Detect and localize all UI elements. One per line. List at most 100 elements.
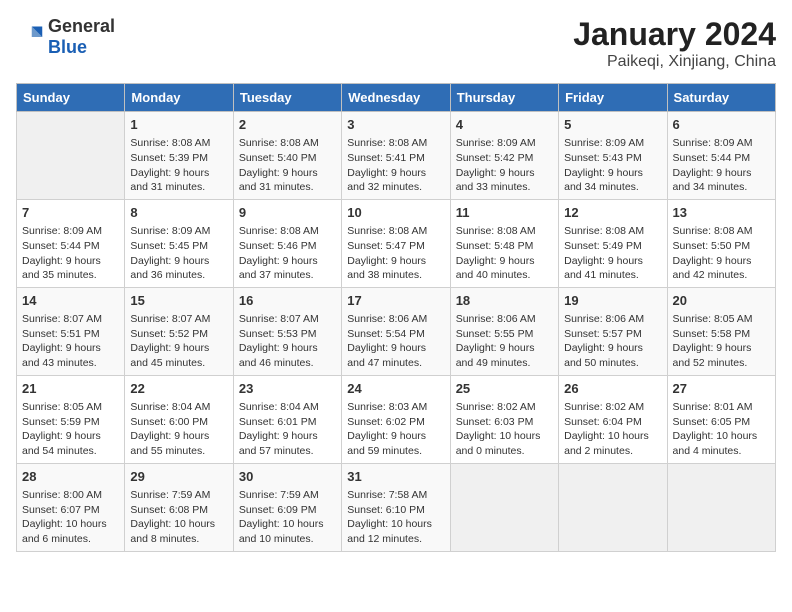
header-thursday: Thursday xyxy=(450,84,558,112)
calendar-cell: 21Sunrise: 8:05 AMSunset: 5:59 PMDayligh… xyxy=(17,375,125,463)
day-number: 19 xyxy=(564,292,661,310)
calendar-week-3: 14 Sunrise: 8:07 AMSunset: 5:51 PMDayligh… xyxy=(17,287,776,375)
header-saturday: Saturday xyxy=(667,84,775,112)
day-info: Sunrise: 8:07 AMSunset: 5:51 PMDaylight:… xyxy=(22,312,119,371)
day-info: Sunrise: 8:08 AMSunset: 5:48 PMDaylight:… xyxy=(456,224,553,283)
day-number: 10 xyxy=(347,204,444,222)
day-info: Sunrise: 8:06 AMSunset: 5:55 PMDaylight:… xyxy=(456,312,553,371)
calendar-cell xyxy=(667,463,775,551)
header-friday: Friday xyxy=(559,84,667,112)
logo-general: General xyxy=(48,16,115,36)
day-info: Sunrise: 7:59 AMSunset: 6:08 PMDaylight:… xyxy=(130,488,227,547)
day-info: Sunrise: 8:05 AMSunset: 5:59 PMDaylight:… xyxy=(22,400,119,459)
day-info: Sunrise: 8:08 AMSunset: 5:46 PMDaylight:… xyxy=(239,224,336,283)
day-info: Sunrise: 8:09 AMSunset: 5:42 PMDaylight:… xyxy=(456,136,553,195)
calendar-cell: 10 Sunrise: 8:08 AMSunset: 5:47 PMDayligh… xyxy=(342,199,450,287)
day-info: Sunrise: 8:08 AMSunset: 5:49 PMDaylight:… xyxy=(564,224,661,283)
day-info: Sunrise: 8:07 AMSunset: 5:52 PMDaylight:… xyxy=(130,312,227,371)
header-monday: Monday xyxy=(125,84,233,112)
day-number: 11 xyxy=(456,204,553,222)
calendar-cell: 9 Sunrise: 8:08 AMSunset: 5:46 PMDaylight… xyxy=(233,199,341,287)
day-info: Sunrise: 7:59 AMSunset: 6:09 PMDaylight:… xyxy=(239,488,336,547)
page-header: General Blue January 2024 Paikeqi, Xinji… xyxy=(16,16,776,71)
day-info: Sunrise: 8:06 AMSunset: 5:57 PMDaylight:… xyxy=(564,312,661,371)
day-info: Sunrise: 8:09 AMSunset: 5:44 PMDaylight:… xyxy=(673,136,770,195)
logo-text: General Blue xyxy=(48,16,115,58)
day-number: 9 xyxy=(239,204,336,222)
calendar-cell: 23Sunrise: 8:04 AMSunset: 6:01 PMDayligh… xyxy=(233,375,341,463)
day-number: 4 xyxy=(456,116,553,134)
calendar-cell: 3 Sunrise: 8:08 AMSunset: 5:41 PMDaylight… xyxy=(342,112,450,200)
day-info: Sunrise: 8:01 AMSunset: 6:05 PMDaylight:… xyxy=(673,400,770,459)
day-number: 2 xyxy=(239,116,336,134)
calendar-cell: 19 Sunrise: 8:06 AMSunset: 5:57 PMDayligh… xyxy=(559,287,667,375)
day-info: Sunrise: 8:08 AMSunset: 5:47 PMDaylight:… xyxy=(347,224,444,283)
day-info: Sunrise: 8:02 AMSunset: 6:04 PMDaylight:… xyxy=(564,400,661,459)
day-info: Sunrise: 8:05 AMSunset: 5:58 PMDaylight:… xyxy=(673,312,770,371)
day-info: Sunrise: 8:08 AMSunset: 5:50 PMDaylight:… xyxy=(673,224,770,283)
calendar-cell: 20 Sunrise: 8:05 AMSunset: 5:58 PMDayligh… xyxy=(667,287,775,375)
day-number: 20 xyxy=(673,292,770,310)
calendar-cell: 14 Sunrise: 8:07 AMSunset: 5:51 PMDayligh… xyxy=(17,287,125,375)
calendar-cell: 7Sunrise: 8:09 AMSunset: 5:44 PMDaylight… xyxy=(17,199,125,287)
day-number: 26 xyxy=(564,380,661,398)
day-number: 27 xyxy=(673,380,770,398)
day-info: Sunrise: 8:08 AMSunset: 5:40 PMDaylight:… xyxy=(239,136,336,195)
logo: General Blue xyxy=(16,16,115,58)
calendar-cell: 27 Sunrise: 8:01 AMSunset: 6:05 PMDayligh… xyxy=(667,375,775,463)
day-number: 1 xyxy=(130,116,227,134)
calendar-cell: 24 Sunrise: 8:03 AMSunset: 6:02 PMDayligh… xyxy=(342,375,450,463)
calendar-cell: 17 Sunrise: 8:06 AMSunset: 5:54 PMDayligh… xyxy=(342,287,450,375)
calendar-cell: 4 Sunrise: 8:09 AMSunset: 5:42 PMDaylight… xyxy=(450,112,558,200)
day-info: Sunrise: 8:08 AMSunset: 5:39 PMDaylight:… xyxy=(130,136,227,195)
day-number: 7 xyxy=(22,204,119,222)
calendar-cell: 26 Sunrise: 8:02 AMSunset: 6:04 PMDayligh… xyxy=(559,375,667,463)
header-tuesday: Tuesday xyxy=(233,84,341,112)
day-number: 30 xyxy=(239,468,336,486)
calendar-cell xyxy=(450,463,558,551)
calendar-cell: 22 Sunrise: 8:04 AMSunset: 6:00 PMDayligh… xyxy=(125,375,233,463)
day-info: Sunrise: 8:03 AMSunset: 6:02 PMDaylight:… xyxy=(347,400,444,459)
calendar-cell: 31Sunrise: 7:58 AMSunset: 6:10 PMDayligh… xyxy=(342,463,450,551)
calendar-cell: 15Sunrise: 8:07 AMSunset: 5:52 PMDayligh… xyxy=(125,287,233,375)
calendar-cell: 16Sunrise: 8:07 AMSunset: 5:53 PMDayligh… xyxy=(233,287,341,375)
calendar-cell: 2 Sunrise: 8:08 AMSunset: 5:40 PMDaylight… xyxy=(233,112,341,200)
day-info: Sunrise: 8:04 AMSunset: 6:00 PMDaylight:… xyxy=(130,400,227,459)
day-number: 22 xyxy=(130,380,227,398)
calendar-cell: 5Sunrise: 8:09 AMSunset: 5:43 PMDaylight… xyxy=(559,112,667,200)
day-number: 5 xyxy=(564,116,661,134)
calendar-cell: 18 Sunrise: 8:06 AMSunset: 5:55 PMDayligh… xyxy=(450,287,558,375)
day-number: 25 xyxy=(456,380,553,398)
calendar-title: January 2024 xyxy=(573,16,776,53)
day-number: 6 xyxy=(673,116,770,134)
calendar-cell: 11 Sunrise: 8:08 AMSunset: 5:48 PMDayligh… xyxy=(450,199,558,287)
calendar-cell: 12 Sunrise: 8:08 AMSunset: 5:49 PMDayligh… xyxy=(559,199,667,287)
day-number: 12 xyxy=(564,204,661,222)
day-info: Sunrise: 8:08 AMSunset: 5:41 PMDaylight:… xyxy=(347,136,444,195)
calendar-cell xyxy=(17,112,125,200)
header-wednesday: Wednesday xyxy=(342,84,450,112)
day-info: Sunrise: 8:07 AMSunset: 5:53 PMDaylight:… xyxy=(239,312,336,371)
day-info: Sunrise: 8:00 AMSunset: 6:07 PMDaylight:… xyxy=(22,488,119,547)
day-info: Sunrise: 7:58 AMSunset: 6:10 PMDaylight:… xyxy=(347,488,444,547)
day-number: 14 xyxy=(22,292,119,310)
calendar-header-row: Sunday Monday Tuesday Wednesday Thursday… xyxy=(17,84,776,112)
day-number: 18 xyxy=(456,292,553,310)
day-number: 3 xyxy=(347,116,444,134)
day-number: 24 xyxy=(347,380,444,398)
logo-blue: Blue xyxy=(48,37,87,57)
calendar-cell: 13 Sunrise: 8:08 AMSunset: 5:50 PMDayligh… xyxy=(667,199,775,287)
day-number: 13 xyxy=(673,204,770,222)
calendar-week-1: 1 Sunrise: 8:08 AMSunset: 5:39 PMDaylight… xyxy=(17,112,776,200)
day-info: Sunrise: 8:06 AMSunset: 5:54 PMDaylight:… xyxy=(347,312,444,371)
header-sunday: Sunday xyxy=(17,84,125,112)
logo-icon xyxy=(16,23,44,51)
day-number: 17 xyxy=(347,292,444,310)
calendar-week-4: 21Sunrise: 8:05 AMSunset: 5:59 PMDayligh… xyxy=(17,375,776,463)
title-block: January 2024 Paikeqi, Xinjiang, China xyxy=(573,16,776,71)
calendar-week-5: 28Sunrise: 8:00 AMSunset: 6:07 PMDayligh… xyxy=(17,463,776,551)
calendar-cell: 6 Sunrise: 8:09 AMSunset: 5:44 PMDaylight… xyxy=(667,112,775,200)
calendar-week-2: 7Sunrise: 8:09 AMSunset: 5:44 PMDaylight… xyxy=(17,199,776,287)
day-number: 8 xyxy=(130,204,227,222)
calendar-table: Sunday Monday Tuesday Wednesday Thursday… xyxy=(16,83,776,552)
